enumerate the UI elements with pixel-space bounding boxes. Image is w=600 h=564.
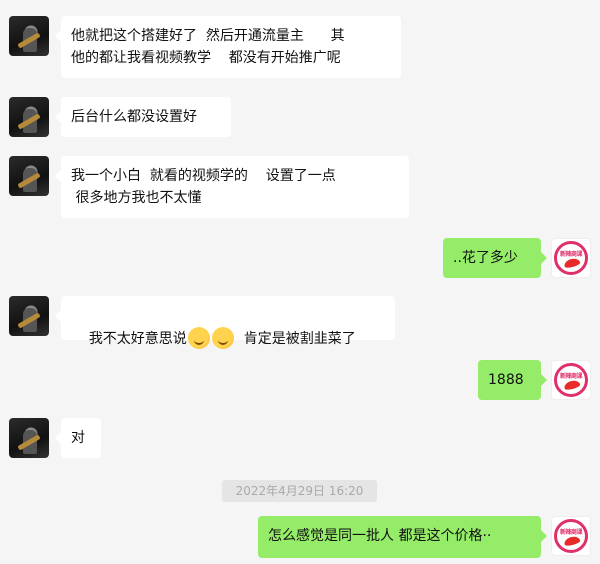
- self-avatar-text: 新辣商课: [559, 251, 583, 258]
- message-bubble-incoming[interactable]: 后台什么都没设置好: [55, 97, 231, 137]
- message-bubble-outgoing[interactable]: 怎么感觉是同一批人 都是这个价格··: [258, 516, 547, 558]
- contact-avatar[interactable]: [9, 97, 49, 137]
- laugh-cry-emoji-icon: [211, 327, 234, 349]
- self-avatar-text: 新辣商课: [559, 529, 583, 536]
- timestamp-divider: 2022年4月29日 16:20: [222, 480, 377, 502]
- message-bubble-incoming[interactable]: 他就把这个搭建好了 然后开通流量主 其 他的都让我看视频教学 都没有开始推广呢: [55, 16, 401, 78]
- message-bubble-incoming[interactable]: 对: [55, 418, 101, 458]
- contact-avatar[interactable]: [9, 16, 49, 56]
- laugh-cry-emoji-icon: [187, 327, 210, 349]
- contact-avatar[interactable]: [9, 156, 49, 196]
- self-avatar[interactable]: 新辣商课: [551, 516, 591, 556]
- contact-avatar[interactable]: [9, 296, 49, 336]
- chat-window: 他就把这个搭建好了 然后开通流量主 其 他的都让我看视频教学 都没有开始推广呢 …: [0, 0, 600, 564]
- message-bubble-outgoing[interactable]: 1888: [478, 360, 547, 400]
- message-text: 我不太好意思说: [88, 331, 187, 347]
- self-avatar-text: 新辣商课: [559, 373, 583, 380]
- message-bubble-incoming[interactable]: 我不太好意思说 肯定是被割韭菜了: [55, 296, 395, 349]
- self-avatar[interactable]: 新辣商课: [551, 238, 591, 278]
- message-bubble-outgoing[interactable]: ..花了多少: [443, 238, 547, 278]
- self-avatar[interactable]: 新辣商课: [551, 360, 591, 400]
- contact-avatar[interactable]: [9, 418, 49, 458]
- message-bubble-incoming[interactable]: 我一个小白 就看的视频学的 设置了一点 很多地方我也不太懂: [55, 156, 409, 218]
- message-text: 肯定是被割韭菜了: [234, 331, 356, 347]
